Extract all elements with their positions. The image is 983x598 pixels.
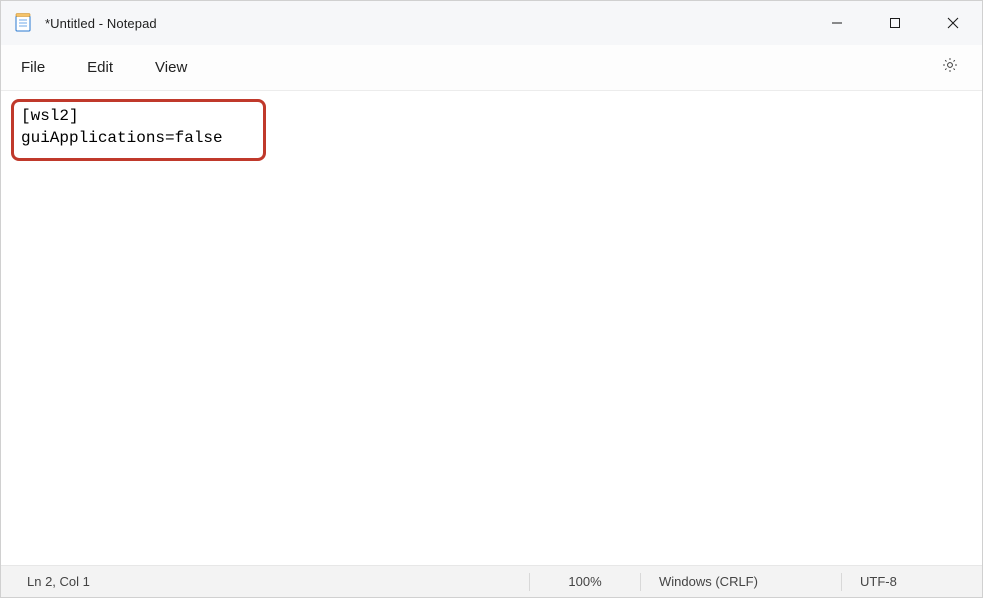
settings-button[interactable] <box>932 50 968 86</box>
window-controls <box>808 1 982 45</box>
window-title: *Untitled - Notepad <box>45 16 157 31</box>
gear-icon <box>941 56 959 79</box>
notepad-app-icon <box>13 13 33 33</box>
minimize-button[interactable] <box>808 1 866 45</box>
status-bar: Ln 2, Col 1 100% Windows (CRLF) UTF-8 <box>1 565 982 597</box>
status-line-ending: Windows (CRLF) <box>641 566 841 597</box>
notepad-window: *Untitled - Notepad File Edit View <box>0 0 983 598</box>
menu-file[interactable]: File <box>9 51 57 84</box>
menu-bar: File Edit View <box>1 45 982 91</box>
status-zoom[interactable]: 100% <box>530 566 640 597</box>
status-cursor-position: Ln 2, Col 1 <box>1 566 529 597</box>
menu-edit[interactable]: Edit <box>75 51 125 84</box>
title-bar[interactable]: *Untitled - Notepad <box>1 1 982 45</box>
menu-view[interactable]: View <box>143 51 199 84</box>
close-button[interactable] <box>924 1 982 45</box>
maximize-button[interactable] <box>866 1 924 45</box>
status-encoding: UTF-8 <box>842 566 982 597</box>
editor-content[interactable]: [wsl2] guiApplications=false <box>21 105 223 149</box>
editor-area[interactable]: [wsl2] guiApplications=false <box>1 91 982 565</box>
